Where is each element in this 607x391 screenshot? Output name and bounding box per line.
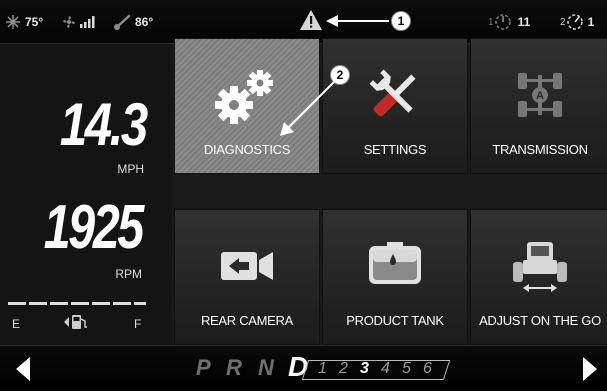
engine-temp: 86° (114, 12, 153, 32)
tank-icon (323, 240, 467, 288)
tractor-icon (471, 238, 607, 294)
fan-icon (62, 15, 76, 29)
gear-number-3: 3 (360, 360, 369, 377)
tile-adjust-on-the-go[interactable]: ADJUST ON THE GO (470, 209, 607, 345)
chevron-left-icon (16, 357, 30, 381)
warning-icon[interactable] (299, 9, 323, 31)
outside-temp: 75° (6, 12, 43, 32)
pto-1: 1 11 (488, 12, 530, 32)
gear-number-5: 5 (402, 360, 411, 377)
fuel-full-label: F (134, 317, 142, 331)
tile-transmission[interactable]: A TRANSMISSION (470, 38, 607, 174)
signal-strength-icon (80, 16, 96, 28)
snowflake-icon (6, 15, 20, 29)
callout-1-arrowhead (326, 15, 338, 27)
callout-2-arrow (280, 81, 335, 136)
pto-gauge-icon (566, 13, 584, 31)
gear-r[interactable]: R (226, 355, 242, 381)
camera-icon (175, 246, 319, 286)
gauge-panel: 14.3 MPH 1925 RPM E F (0, 44, 172, 345)
next-page-button[interactable] (575, 346, 605, 391)
speed-readout: 14.3 (60, 91, 148, 158)
fuel-segment (29, 302, 47, 305)
fuel-pump-icon (63, 313, 89, 336)
fuel-segment (71, 302, 89, 305)
outside-temp-value: 75° (25, 15, 44, 29)
tile-label: DIAGNOSTICS (203, 142, 291, 157)
gear-number-2: 2 (339, 360, 348, 377)
tile-product-tank[interactable]: PRODUCT TANK (322, 209, 468, 345)
tile-settings[interactable]: SETTINGS (322, 38, 468, 174)
fuel-level-bar (8, 297, 148, 309)
tile-label: TRANSMISSION (492, 142, 588, 157)
rpm-unit: RPM (115, 267, 142, 281)
tile-label: ADJUST ON THE GO (479, 313, 601, 328)
fuel-segment (8, 302, 26, 305)
pto-2: 2 1 (560, 12, 594, 32)
previous-page-button[interactable] (8, 346, 38, 391)
fuel-segment (113, 302, 131, 305)
fuel-segment (50, 302, 68, 305)
gear-n[interactable]: N (258, 355, 274, 381)
tile-label: REAR CAMERA (200, 313, 294, 328)
callout-1-badge: 1 (391, 11, 411, 31)
gear-number-4: 4 (381, 360, 390, 377)
callout-1-line (333, 20, 389, 22)
svg-text:A: A (536, 90, 544, 102)
bottom-bar: P R N D 1 2 3 4 5 6 (0, 345, 607, 391)
fuel-empty-label: E (12, 317, 21, 331)
fuel-segment (134, 302, 146, 305)
engine-temp-value: 86° (135, 15, 154, 29)
pto-1-value: 11 (517, 15, 531, 29)
gear-number-1: 1 (318, 360, 327, 377)
tile-rear-camera[interactable]: REAR CAMERA (174, 209, 320, 345)
gear-p[interactable]: P (196, 355, 211, 381)
pto-gauge-icon (494, 13, 512, 31)
thermometer-icon (114, 14, 132, 30)
fan-signal (62, 12, 96, 32)
speed-unit: MPH (117, 162, 144, 176)
transmission-icon: A (471, 65, 607, 125)
fuel-segment (92, 302, 110, 305)
rpm-readout: 1925 (43, 193, 145, 262)
chevron-right-icon (583, 357, 597, 381)
tile-label: SETTINGS (363, 142, 427, 157)
pto-2-value: 1 (587, 15, 595, 29)
tile-label: PRODUCT TANK (346, 313, 444, 328)
gear-number-6: 6 (423, 360, 432, 377)
